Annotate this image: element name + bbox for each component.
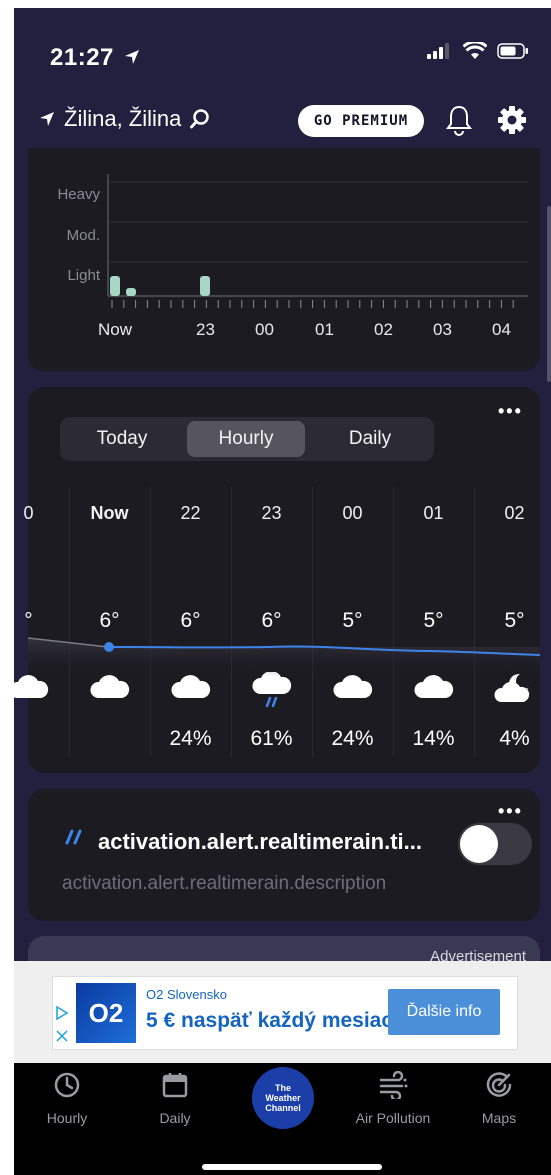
cloud-icon	[312, 672, 393, 712]
hour-label: 00	[342, 503, 363, 523]
calendar-icon	[162, 1073, 188, 1098]
wifi-icon	[463, 42, 487, 59]
location-name: Žilina, Žilina	[64, 106, 182, 131]
ad-banner[interactable]: O2 O2 Slovensko 5 € naspäť každý mesiac …	[52, 976, 518, 1050]
column-divider	[150, 487, 151, 757]
hour-label: 23	[261, 503, 282, 523]
twc-logo-text: The Weather Channel	[265, 1083, 301, 1113]
precip-chance: 14%	[412, 727, 455, 750]
forecast-segmented-control: Today Hourly Daily	[60, 417, 434, 461]
more-options-button[interactable]: •••	[498, 801, 523, 822]
location-arrow-icon	[125, 50, 140, 64]
location-selector[interactable]: Žilina, Žilina	[38, 106, 211, 132]
precip-chance: 61%	[250, 727, 293, 750]
tab-daily-nav[interactable]: Daily	[130, 1071, 220, 1126]
hour-label: 01	[423, 503, 444, 523]
tab-air-pollution-nav[interactable]: Air Pollution	[348, 1070, 438, 1126]
cloud-icon	[69, 672, 150, 712]
hour-label: 0	[23, 503, 34, 523]
hour-label: Now	[90, 503, 129, 523]
realtime-rain-toggle[interactable]	[458, 823, 532, 865]
ad-cta-button[interactable]: Ďalšie info	[388, 989, 500, 1035]
precip-chance: 24%	[169, 727, 212, 750]
tab-daily[interactable]: Daily	[312, 421, 428, 457]
status-icons	[427, 42, 529, 60]
status-bar: 21:27	[14, 8, 551, 88]
ad-advertiser: O2 Slovensko	[146, 987, 227, 1002]
column-divider	[231, 487, 232, 757]
status-time: 21:27	[50, 44, 141, 72]
cloud-rain-icon	[231, 671, 312, 712]
app-header: Žilina, Žilina GO PREMIUM	[14, 94, 551, 148]
x-label-now: Now	[98, 320, 133, 339]
precip-chance: 4%	[499, 727, 530, 750]
phone-screen: 21:27 Žilina, Žilina GO PREMIUM Heavy Mo…	[14, 8, 551, 1175]
tab-label: Maps	[481, 1110, 517, 1126]
tab-label: Air Pollution	[355, 1110, 431, 1126]
rain-streak-icon	[65, 829, 82, 845]
toggle-knob	[460, 825, 498, 863]
gear-icon[interactable]	[496, 104, 528, 136]
alert-description: activation.alert.realtimerain.descriptio…	[62, 873, 387, 894]
bell-icon[interactable]	[444, 104, 474, 136]
wind-icon	[379, 1070, 408, 1102]
clock-icon	[54, 1072, 80, 1098]
cloud-icon	[393, 672, 474, 712]
home-indicator	[202, 1164, 382, 1170]
location-arrow-icon	[40, 112, 54, 126]
scrollbar[interactable]	[547, 206, 551, 382]
column-divider	[312, 487, 313, 757]
precip-bar	[126, 288, 136, 296]
time-text: 21:27	[50, 44, 114, 71]
x-label-02: 02	[374, 320, 393, 339]
x-label-03: 03	[433, 320, 452, 339]
tab-label: Daily	[159, 1110, 191, 1126]
precip-bar	[200, 276, 210, 296]
cloud-icon	[150, 672, 231, 712]
cloud-moon-icon	[474, 672, 551, 712]
tab-today[interactable]: Today	[64, 421, 180, 457]
hour-label: 02	[504, 503, 525, 523]
radar-icon	[486, 1072, 512, 1097]
x-label-00: 00	[255, 320, 274, 339]
more-options-button[interactable]: •••	[498, 401, 523, 422]
realtime-rain-alert-card: activation.alert.realtimerain.ti... acti…	[28, 789, 540, 921]
close-icon[interactable]	[55, 1029, 69, 1043]
go-premium-button[interactable]: GO PREMIUM	[298, 105, 424, 137]
hourly-forecast-card: ••• Today Hourly Daily 0 ° Now 6° 22 6° 24% 23 6…	[14, 387, 540, 773]
x-label-23: 23	[196, 320, 215, 339]
precip-bar	[110, 276, 120, 296]
weather-channel-logo-button[interactable]: The Weather Channel	[252, 1067, 314, 1129]
column-divider	[69, 487, 70, 757]
temperature-curve	[28, 637, 540, 677]
battery-icon	[497, 43, 528, 59]
adchoices-icon[interactable]	[55, 1005, 69, 1021]
hour-label: 22	[180, 503, 201, 523]
ad-banner-bar: O2 O2 Slovensko 5 € naspäť každý mesiac …	[14, 961, 551, 1063]
search-icon	[190, 109, 210, 129]
brand-logo: O2	[76, 983, 136, 1043]
alert-title: activation.alert.realtimerain.ti...	[98, 829, 423, 854]
now-marker	[104, 642, 114, 652]
bottom-tab-bar: Hourly Daily The Weather Channel Air Pol…	[14, 1063, 551, 1175]
column-divider	[474, 487, 475, 757]
x-label-04: 04	[492, 320, 511, 339]
cloud-icon	[14, 672, 69, 712]
tab-maps-nav[interactable]: Maps	[454, 1071, 544, 1126]
ad-headline: 5 € naspäť každý mesiac	[146, 1009, 394, 1032]
precipitation-card: Heavy Mod. Light Now 23 00 01 02 03 04	[28, 148, 540, 371]
tab-label: Hourly	[46, 1110, 88, 1126]
x-label-01: 01	[315, 320, 334, 339]
precip-chance: 24%	[331, 727, 374, 750]
tab-hourly[interactable]: Hourly	[187, 421, 305, 457]
column-divider	[393, 487, 394, 757]
signal-icon	[427, 43, 449, 59]
tab-hourly-nav[interactable]: Hourly	[22, 1071, 112, 1126]
